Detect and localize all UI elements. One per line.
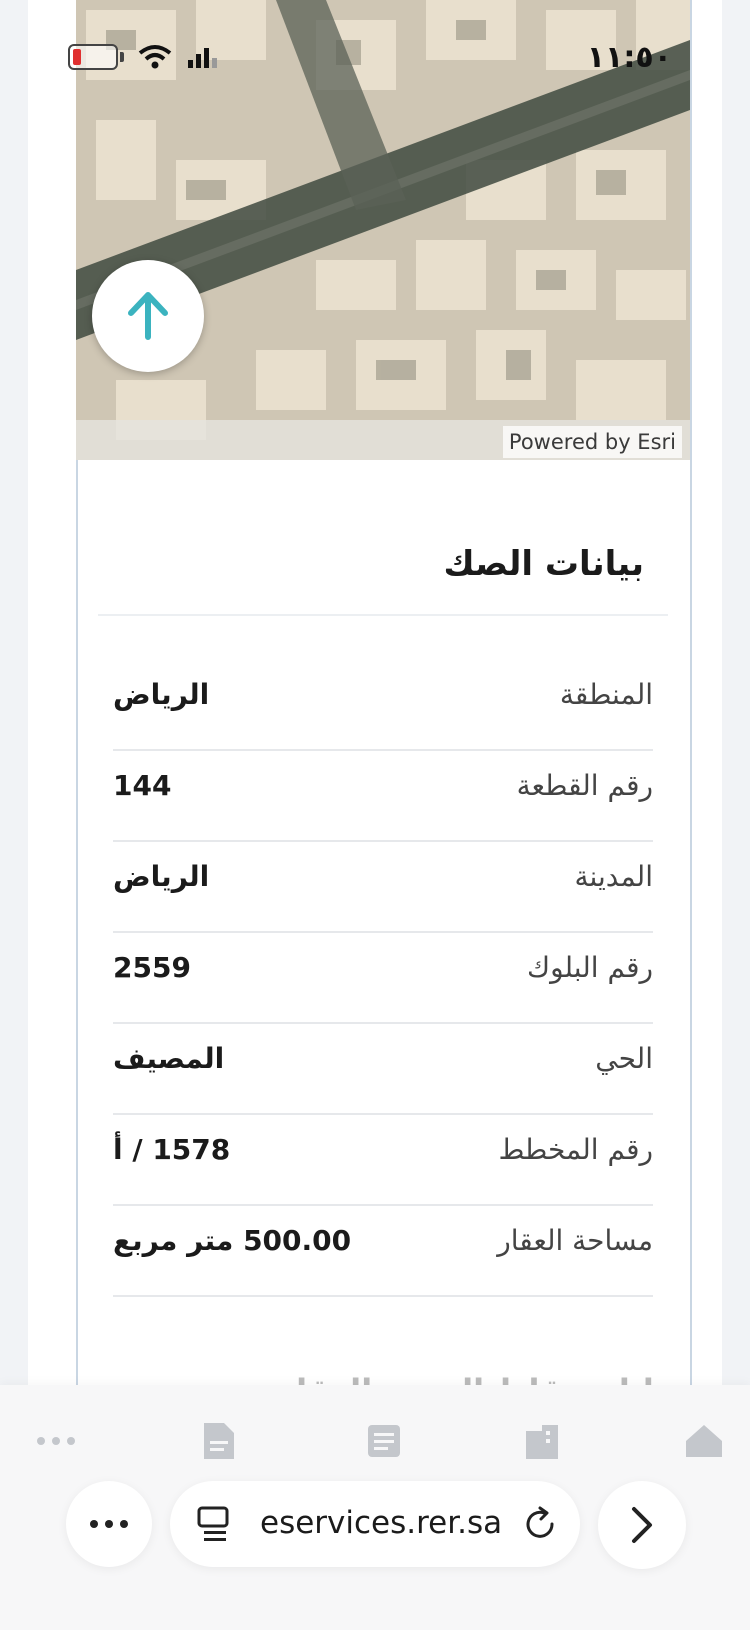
home-icon[interactable]: [678, 1415, 730, 1467]
esri-attribution[interactable]: Powered by Esri: [502, 426, 682, 458]
row-district: الحي المصيف: [113, 1024, 653, 1115]
row-label: رقم المخطط: [498, 1133, 653, 1166]
row-label: رقم القطعة: [516, 769, 653, 802]
deed-rows: المنطقة الرياض رقم القطعة 144 المدينة ال…: [113, 660, 653, 1297]
row-value: المصيف: [113, 1042, 225, 1075]
url-text[interactable]: eservices.rer.sa: [260, 1505, 502, 1541]
site-tab-bar: [0, 1415, 750, 1471]
building-icon[interactable]: [516, 1415, 568, 1467]
row-label: المدينة: [574, 860, 653, 893]
status-bar: ١١:٥٠: [0, 0, 750, 110]
more-dots-icon[interactable]: [30, 1415, 82, 1467]
signal-icon: [188, 48, 217, 68]
row-label: رقم البلوك: [526, 951, 653, 984]
deed-list-icon[interactable]: [358, 1415, 410, 1467]
more-options-button[interactable]: [66, 1481, 152, 1567]
row-scheme-number: رقم المخطط 1578 / أ: [113, 1115, 653, 1206]
forward-button[interactable]: [598, 1481, 686, 1569]
document-icon[interactable]: [192, 1415, 244, 1467]
row-value: 500.00 متر مربع: [113, 1224, 352, 1257]
row-label: مساحة العقار: [497, 1224, 653, 1257]
row-city: المدينة الرياض: [113, 842, 653, 933]
divider: [98, 614, 668, 616]
reload-icon[interactable]: [522, 1505, 558, 1543]
row-property-area: مساحة العقار 500.00 متر مربع: [113, 1206, 653, 1297]
row-value: 1578 / أ: [113, 1133, 231, 1166]
ellipsis-icon: [90, 1520, 128, 1528]
row-label: الحي: [595, 1042, 653, 1075]
row-value: 2559: [113, 951, 191, 984]
north-arrow-icon: [128, 292, 168, 340]
compass-button[interactable]: [92, 260, 204, 372]
battery-icon: [68, 44, 118, 70]
row-label: المنطقة: [559, 678, 653, 711]
address-bar[interactable]: eservices.rer.sa: [170, 1481, 580, 1567]
row-plot-number: رقم القطعة 144: [113, 751, 653, 842]
row-value: الرياض: [113, 860, 210, 893]
reader-mode-icon[interactable]: [196, 1505, 232, 1543]
browser-bottom-bar: eservices.rer.sa: [0, 1385, 750, 1630]
row-value: الرياض: [113, 678, 210, 711]
row-region: المنطقة الرياض: [113, 660, 653, 751]
status-time: ١١:٥٠: [586, 40, 672, 75]
wifi-icon: [138, 45, 172, 69]
section-title: بيانات الصك: [443, 544, 644, 584]
row-value: 144: [113, 769, 172, 802]
row-block-number: رقم البلوك 2559: [113, 933, 653, 1024]
chevron-right-icon: [632, 1507, 652, 1543]
